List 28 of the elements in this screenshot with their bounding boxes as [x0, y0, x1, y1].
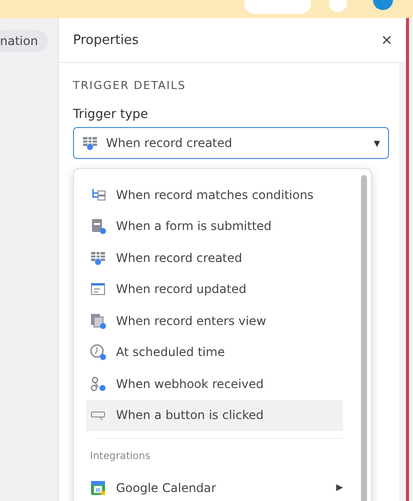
trigger-icon	[90, 218, 106, 234]
trigger-icon	[90, 281, 106, 298]
menu-item[interactable]: When record matches conditions	[74, 179, 357, 210]
trigger-icon	[90, 344, 106, 360]
trigger-icon	[90, 186, 106, 203]
trigger-icon	[82, 135, 98, 151]
menu-item[interactable]: Google Calendar ▶	[86, 475, 357, 501]
menu-item[interactable]: When record updated	[74, 274, 357, 305]
trigger-select[interactable]: When record created ▼	[73, 127, 389, 159]
group-label: Integrations	[90, 451, 152, 464]
trigger-icon	[90, 312, 106, 329]
menu-item[interactable]: When record created	[74, 242, 357, 274]
menu-item[interactable]: At scheduled time	[74, 336, 357, 368]
scrollbar[interactable]	[361, 175, 367, 501]
menu-item[interactable]: When record enters view	[74, 305, 357, 336]
calendar-icon	[90, 480, 106, 496]
menu-item[interactable]: When a form is submitted	[74, 210, 357, 242]
tab-chip[interactable]: nation	[0, 30, 48, 52]
menu-item[interactable]: When webhook received	[74, 368, 357, 400]
caret-icon: ▼	[374, 138, 380, 148]
menu-item[interactable]: When a button is clicked	[86, 400, 343, 431]
close-button[interactable]: ×	[381, 30, 392, 50]
trigger-icon	[90, 250, 106, 266]
field-label: Trigger type	[73, 106, 150, 121]
panel-title: Properties	[73, 32, 139, 48]
trigger-icon	[90, 376, 106, 392]
section-heading: TRIGGER DETAILS	[73, 79, 187, 92]
scrollbar[interactable]	[399, 63, 406, 501]
